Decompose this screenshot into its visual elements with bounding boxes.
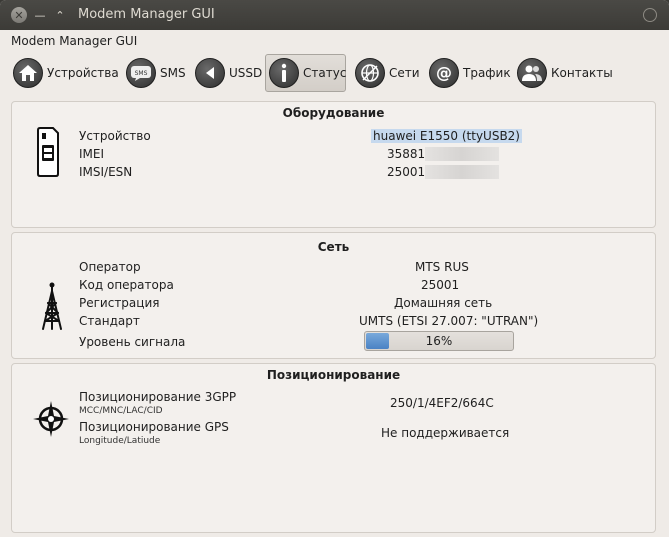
imsi-text: 25001 — [387, 165, 426, 179]
toolbar-traffic-button[interactable]: @ Трафик — [426, 54, 515, 92]
toolbar-networks-label: Сети — [389, 66, 420, 80]
toolbar-sms-button[interactable]: SMS SMS — [123, 54, 190, 92]
minimize-icon: — — [34, 8, 46, 22]
toolbar-contacts-button[interactable]: Контакты — [514, 54, 617, 92]
maximize-icon: ⌃ — [55, 8, 65, 22]
minimize-window-button[interactable]: — — [32, 7, 48, 23]
positioning-title: Позиционирование — [266, 368, 401, 382]
gps-label: Позиционирование GPS — [79, 420, 229, 434]
maximize-window-button[interactable]: ⌃ — [52, 7, 68, 23]
imsi-redacted — [425, 165, 500, 179]
close-window-button[interactable]: ✕ — [11, 7, 27, 23]
at-icon: @ — [429, 58, 459, 88]
toolbar-ussd-label: USSD — [229, 66, 263, 80]
toolbar-sms-label: SMS — [160, 66, 186, 80]
imei-text: 35881 — [387, 147, 426, 161]
ussd-icon — [195, 58, 225, 88]
standard-value[interactable]: UMTS (ETSI 27.007: "UTRAN") — [359, 314, 538, 328]
sms-icon: SMS — [126, 58, 156, 88]
globe-icon — [355, 58, 385, 88]
imei-redacted — [425, 147, 500, 161]
imsi-label: IMSI/ESN — [79, 165, 133, 179]
operator-code-label: Код оператора — [79, 278, 174, 292]
gpp-label: Позиционирование 3GPP — [79, 390, 237, 404]
toolbar-traffic-label: Трафик — [463, 66, 511, 80]
contacts-icon — [517, 58, 547, 88]
info-icon — [269, 58, 299, 88]
toolbar-devices-button[interactable]: Устройства — [10, 54, 123, 92]
signal-level-value: 16% — [425, 334, 453, 348]
svg-text:SMS: SMS — [135, 70, 148, 77]
imei-label: IMEI — [79, 147, 105, 161]
signal-level-bar: 16% — [364, 331, 514, 351]
antenna-tower-icon — [42, 282, 62, 330]
gps-value[interactable]: Не поддерживается — [381, 426, 509, 440]
network-title: Сеть — [317, 240, 350, 254]
app-title: Modem Manager GUI — [11, 34, 138, 48]
positioning-panel: Позиционирование Позиционирование 3GPP M… — [11, 363, 656, 533]
operator-label: Оператор — [79, 260, 141, 274]
standard-label: Стандарт — [79, 314, 140, 328]
toolbar-devices-label: Устройства — [47, 66, 119, 80]
gpp-value[interactable]: 250/1/4EF2/664C — [390, 396, 494, 410]
imsi-value[interactable]: 25001 — [387, 165, 500, 179]
app-window: ✕ — ⌃ Modem Manager GUI Modem Manager GU… — [0, 0, 669, 537]
registration-value[interactable]: Домашняя сеть — [394, 296, 492, 310]
svg-text:@: @ — [436, 63, 452, 82]
registration-label: Регистрация — [79, 296, 160, 310]
compass-icon — [33, 401, 69, 437]
home-icon — [13, 58, 43, 88]
operator-value[interactable]: MTS RUS — [415, 260, 469, 274]
gps-sublabel: Longitude/Latiude — [79, 436, 161, 446]
window-title: Modem Manager GUI — [78, 7, 215, 22]
toolbar-status-label: Статус — [303, 66, 347, 80]
toolbar-status-button[interactable]: Статус — [265, 54, 346, 92]
network-panel: Сеть Оператор MTS RUS Код оператора 2500… — [11, 232, 656, 359]
title-bar: ✕ — ⌃ Modem Manager GUI — [0, 0, 669, 30]
imei-value[interactable]: 35881 — [387, 147, 500, 161]
gpp-sublabel: MCC/MNC/LAC/CID — [79, 406, 163, 416]
restore-icon[interactable] — [643, 8, 657, 22]
toolbar-ussd-button[interactable]: USSD — [192, 54, 266, 92]
toolbar-contacts-label: Контакты — [551, 66, 613, 80]
toolbar-networks-button[interactable]: Сети — [352, 54, 424, 92]
signal-level-label: Уровень сигнала — [79, 335, 186, 349]
close-icon: ✕ — [14, 8, 24, 22]
hardware-title: Оборудование — [282, 106, 385, 120]
device-value[interactable]: huawei E1550 (ttyUSB2) — [371, 129, 522, 143]
hardware-panel: Оборудование Устройство huawei E1550 (tt… — [11, 101, 656, 228]
operator-code-value[interactable]: 25001 — [421, 278, 459, 292]
main-toolbar: Устройства SMS SMS USSD Статус Сети @ Тр… — [10, 54, 660, 92]
device-label: Устройство — [79, 129, 151, 143]
sim-card-icon — [37, 127, 59, 177]
